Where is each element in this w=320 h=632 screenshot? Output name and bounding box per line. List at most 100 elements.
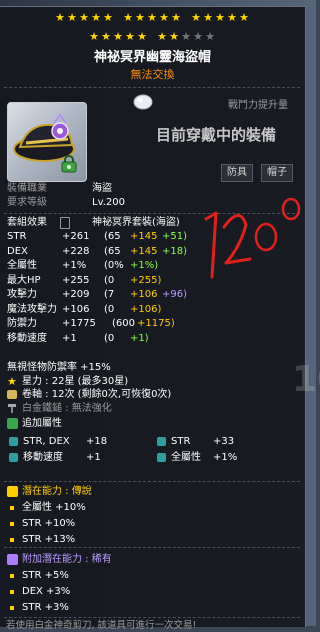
flame-stat-label: STR, DEX (23, 436, 70, 447)
stat-additional-bonus: +96) (162, 289, 188, 300)
red-handwritten-annotation (204, 197, 301, 279)
lock-icon (60, 155, 78, 173)
trade-status: 無法交換 (130, 68, 175, 81)
filled-star-icon: ★ (113, 30, 123, 43)
tag-hat: 帽子 (261, 164, 293, 182)
set-effect-label: 套組效果 (7, 217, 47, 228)
potential-title: 潛在能力 : 傳說 (22, 486, 92, 497)
power-increase-label: 戰鬥力提升量 (228, 100, 288, 111)
stat-name: 魔法攻擊力 (7, 303, 57, 315)
stat-additional-bonus: +1) (130, 332, 149, 344)
flame-stat-icon (157, 437, 166, 446)
filled-star-icon: ★ (159, 11, 169, 24)
stat-name: 最大HP (7, 274, 41, 286)
item-icon-frame (7, 102, 87, 182)
job-value: 海盜 (92, 183, 112, 194)
stat-name: 攻擊力 (7, 289, 37, 300)
stat-name: 移動速度 (7, 332, 47, 344)
stat-base: (0% (104, 260, 124, 271)
stat-name: DEX (7, 245, 28, 257)
stat-total: +255 (62, 274, 90, 286)
stat-total: +1 (62, 332, 77, 344)
bullet-icon (10, 606, 14, 610)
stat-total: +106 (62, 303, 90, 315)
stat-base: (0 (104, 332, 115, 344)
cursor-icon (132, 93, 154, 111)
flame-stat-icon (157, 453, 166, 462)
bonus-potential-title: 附加潛在能力 : 稀有 (22, 554, 112, 565)
potential-line: 全屬性 +10% (22, 502, 86, 513)
stat-additional-bonus: +18) (162, 245, 188, 257)
starforce-row-1: ★ ★ ★ ★ ★ ★ ★ ★ ★ ★ ★ ★ ★ ★ ★ (0, 11, 305, 27)
divider (4, 87, 300, 88)
scroll-icon (7, 390, 17, 399)
flame-stat-icon (9, 453, 18, 462)
bullet-icon (10, 590, 14, 594)
stat-name: STR (7, 231, 27, 242)
job-label: 裝備職業 (7, 183, 47, 194)
empty-star-icon: ★ (181, 30, 191, 43)
filled-star-icon: ★ (125, 30, 135, 43)
bullet-icon (10, 538, 14, 542)
bullet-icon (10, 522, 14, 526)
background-number: 10 (292, 359, 320, 400)
divider (4, 481, 300, 482)
stat-starforce-bonus: +145 (130, 231, 158, 242)
stat-starforce-bonus: +106) (130, 303, 162, 315)
starforce-line: 星力 : 22星 (最多30星) (22, 376, 129, 387)
stat-starforce-bonus: +145 (130, 245, 158, 257)
stat-total: +1775 (62, 318, 96, 329)
filled-star-icon: ★ (191, 11, 201, 24)
filled-star-icon: ★ (123, 11, 133, 24)
flame-stat-value: +18 (86, 436, 108, 447)
flame-stat-value: +1 (86, 452, 101, 463)
stat-total: +261 (62, 231, 90, 242)
hammer-line: 白金鐵鎚 : 無法強化 (22, 403, 112, 414)
flame-title: 追加屬性 (22, 418, 62, 429)
filled-star-icon: ★ (147, 11, 157, 24)
bullet-icon (10, 574, 14, 578)
divider (4, 617, 300, 618)
potential-line: STR +13% (22, 534, 76, 545)
rare-bonus-potential-icon (7, 554, 18, 565)
filled-star-icon: ★ (137, 30, 147, 43)
filled-star-icon: ★ (101, 30, 111, 43)
flame-stat-value: +33 (213, 436, 235, 447)
star-icon: ★ (7, 375, 17, 388)
stat-additional-bonus: +51) (162, 231, 188, 242)
stat-total: +228 (62, 245, 90, 257)
stat-starforce-bonus: +106 (130, 289, 158, 300)
potential-line: DEX +3% (22, 586, 71, 597)
scroll-line: 卷軸 : 12次 (剩餘0次,可恢復0次) (22, 389, 172, 400)
item-tooltip: ★ ★ ★ ★ ★ ★ ★ ★ ★ ★ ★ ★ ★ ★ ★ ★ ★ ★ ★ ★ ★ ★ ★ ★ ★ 神祕冥界幽靈海盜帽 無法交… (0, 6, 306, 631)
potential-line: STR +10% (22, 518, 76, 529)
filled-star-icon: ★ (67, 11, 77, 24)
potential-line: STR +3% (22, 602, 69, 613)
stat-starforce-bonus: +255) (130, 274, 162, 286)
stat-total: +209 (62, 289, 90, 300)
flame-stat-label: 全屬性 (171, 452, 201, 463)
stat-base: (65 (104, 231, 121, 242)
stat-name: 防禦力 (7, 318, 37, 329)
flame-icon (7, 418, 18, 429)
flame-stat-icon (9, 437, 18, 446)
filled-star-icon: ★ (239, 11, 249, 24)
filled-star-icon: ★ (135, 11, 145, 24)
stat-base: (600 (112, 318, 135, 329)
filled-star-icon: ★ (157, 30, 167, 43)
filled-star-icon: ★ (203, 11, 213, 24)
filled-star-icon: ★ (227, 11, 237, 24)
flame-stat-label: STR (171, 436, 191, 447)
stat-base: (0 (104, 274, 115, 286)
stat-total: +1% (62, 260, 87, 271)
empty-star-icon: ★ (193, 30, 203, 43)
set-name: 神祕冥界套裝(海盜) (92, 217, 180, 228)
divider (4, 547, 300, 548)
starforce-row-2: ★ ★ ★ ★ ★ ★ ★ ★ ★ ★ (0, 30, 305, 46)
hammer-icon (7, 403, 17, 413)
filled-star-icon: ★ (215, 11, 225, 24)
level-label: 要求等級 (7, 197, 47, 208)
stat-base: (65 (104, 245, 121, 257)
equipped-label: 目前穿戴中的裝備 (156, 126, 277, 144)
set-info-icon (60, 217, 70, 229)
